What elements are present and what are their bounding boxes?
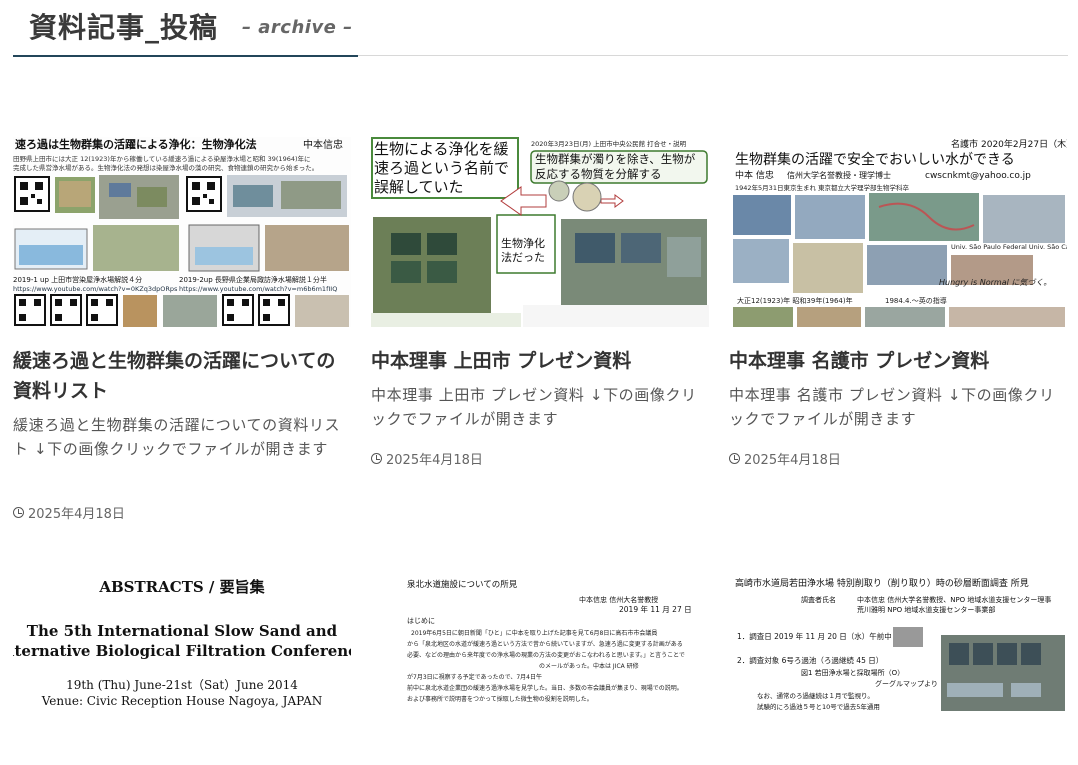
post-thumbnail[interactable]: 泉北水道施設についての所見 中本信忠 信州大名誉教授 2019 年 11 月 2…: [371, 575, 709, 765]
svg-text:田野県上田市には大正 12(1923)年から稼働している緩速: 田野県上田市には大正 12(1923)年から稼働している緩速ろ過による染屋浄水場…: [13, 154, 311, 163]
svg-text:https://www.youtube.com/watch?: https://www.youtube.com/watch?v=0KZq3dpO…: [13, 285, 178, 293]
svg-text:Venue: Civic Reception House N: Venue: Civic Reception House Nagoya, JAP…: [41, 694, 323, 708]
svg-text:https://www.youtube.com/watch?: https://www.youtube.com/watch?v=m6b6m1fI…: [179, 285, 337, 293]
post-thumbnail[interactable]: 高崎市水道局若田浄水場 特別削取り（削り取り）時の砂層断面調査 所見 調査者氏名…: [729, 575, 1067, 765]
post-title[interactable]: 中本理事 上田市 プレゼン資料: [371, 346, 709, 376]
svg-text:ABSTRACTS / 要旨集: ABSTRACTS / 要旨集: [98, 578, 265, 596]
clock-icon: [13, 507, 24, 518]
svg-text:なお、通常のろ過継続は１月で監視り。: なお、通常のろ過継続は１月で監視り。: [757, 691, 874, 700]
svg-text:cwscnkmt@yahoo.co.jp: cwscnkmt@yahoo.co.jp: [925, 171, 1031, 181]
svg-text:が7月3日に視察する予定であったので、7月4日午: が7月3日に視察する予定であったので、7月4日午: [407, 673, 542, 681]
post-date-text: 2025年4月18日: [386, 453, 483, 468]
svg-text:図1 若田浄水場と採取場所（O）: 図1 若田浄水場と採取場所（O）: [801, 668, 904, 677]
svg-text:19th (Thu) June-21st（Sat）June: 19th (Thu) June-21st（Sat）June 2014: [66, 678, 298, 692]
svg-text:Univ. São Paulo Federal Univ.: Univ. São Paulo Federal Univ. São Carlos: [951, 243, 1067, 251]
svg-text:1．調査日 2019 年 11 月 20 日（水）午前: 1．調査日 2019 年 11 月 20 日（水）午前中: [737, 631, 892, 641]
svg-text:The 5th International Slow San: The 5th International Slow Sand and: [27, 622, 338, 640]
svg-text:Hungry is Normal に気づく。: Hungry is Normal に気づく。: [939, 278, 1051, 287]
svg-text:2019 年 11 月 27 日: 2019 年 11 月 27 日: [619, 604, 692, 614]
post-thumbnail[interactable]: 名護市 2020年2月27日（木） 生物群集の活躍で安全でおいしい水ができる 中…: [729, 137, 1067, 327]
svg-text:Alternative Biological Filtrat: Alternative Biological Filtration Confer…: [13, 642, 351, 660]
svg-text:1984.4.〜英の指導: 1984.4.〜英の指導: [885, 296, 947, 305]
post-date-text: 2025年4月18日: [744, 453, 841, 468]
clock-icon: [371, 453, 382, 464]
svg-text:2．調査対象 6号ろ過池（ろ過継続 45 日）: 2．調査対象 6号ろ過池（ろ過継続 45 日）: [737, 655, 883, 665]
svg-text:荒川雅明 NPO 地域水道支援センター事業部: 荒川雅明 NPO 地域水道支援センター事業部: [857, 605, 995, 614]
page-title: 資料記事_投稿: [29, 11, 219, 44]
svg-text:信州大学名誉教授・理学博士: 信州大学名誉教授・理学博士: [787, 170, 891, 180]
svg-text:2019年6月5日に朝日新聞「ひと」に中本を取り上げた記事を: 2019年6月5日に朝日新聞「ひと」に中本を取り上げた記事を見て6月8日に高石市…: [411, 629, 657, 637]
svg-text:必要、などの理由から来年度での浄水場の現業の方法の変更がおこ: 必要、などの理由から来年度での浄水場の現業の方法の変更がおこなわれると思います。…: [407, 651, 685, 659]
post-excerpt: 中本理事 名護市 プレゼン資料 ↓下の画像クリックでファイルが開きます: [729, 386, 1055, 428]
post-thumbnail[interactable]: ABSTRACTS / 要旨集 The 5th International Sl…: [13, 575, 351, 765]
post-excerpt: 緩速ろ過と生物群集の活躍についての資料リスト ↓下の画像クリックでファイルが開き…: [13, 416, 341, 458]
svg-text:から「泉北地区の水道が緩速ろ過という方法で昔から続いています: から「泉北地区の水道が緩速ろ過という方法で昔から続いていますが、急速ろ過に変更す…: [407, 640, 683, 648]
post-date: 2025年4月18日: [13, 503, 125, 522]
post-thumbnail[interactable]: 速ろ過は生物群集の活躍による浄化：生物浄化法 中本信忠 田野県上田市には大正 1…: [13, 137, 351, 327]
post-date-text: 2025年4月18日: [28, 507, 125, 522]
svg-text:2020年2月27日（木）: 2020年2月27日（木）: [981, 138, 1067, 150]
svg-text:高崎市水道局若田浄水場 特別削取り（削り取り）時の砂層断面: 高崎市水道局若田浄水場 特別削取り（削り取り）時の砂層断面調査 所見: [735, 577, 1029, 589]
post-date: 2025年4月18日: [729, 449, 841, 468]
post-thumbnail[interactable]: 生物による浄化を緩速ろ過という名前で誤解していた 2020年3月23日(月) 上…: [371, 137, 709, 327]
svg-text:泉北水道施設についての所見: 泉北水道施設についての所見: [407, 579, 518, 590]
svg-text:2020年3月23日(月) 上田市中央公民館 打合せ・説明: 2020年3月23日(月) 上田市中央公民館 打合せ・説明: [531, 139, 687, 148]
page-subtitle: – archive –: [242, 17, 353, 38]
svg-text:2019-1 up 上田市営染屋浄水場解説４分: 2019-1 up 上田市営染屋浄水場解説４分: [13, 275, 142, 284]
svg-text:前中に泉北水道企業団の緩速ろ過浄水場を見学した。当日、多数の: 前中に泉北水道企業団の緩速ろ過浄水場を見学した。当日、多数の市会議員が集まり、現…: [407, 684, 683, 692]
svg-text:試験的にろ過池５号と10号で過去5年通用: 試験的にろ過池５号と10号で過去5年通用: [757, 702, 880, 711]
post-date: 2025年4月18日: [371, 449, 483, 468]
svg-text:のメールがあった。中本は JICA 研修: のメールがあった。中本は JICA 研修: [539, 662, 639, 670]
svg-text:中本信忠 信州大学名誉教授、NPO 地域水道支援センター理: 中本信忠 信州大学名誉教授、NPO 地域水道支援センター理事: [857, 595, 1051, 604]
archive-header: 資料記事_投稿 – archive –: [13, 0, 1068, 57]
svg-text:調査者氏名: 調査者氏名: [801, 595, 836, 604]
thumb-heading: 速ろ過は生物群集の活躍による浄化：生物浄化法: [15, 137, 257, 151]
svg-text:名護市: 名護市: [951, 138, 978, 150]
clock-icon: [729, 453, 740, 464]
svg-text:中本 信忠: 中本 信忠: [735, 169, 774, 181]
header-accent-underline: [13, 55, 358, 57]
svg-text:はじめに: はじめに: [407, 617, 435, 625]
svg-text:中本信忠 信州大名誉教授: 中本信忠 信州大名誉教授: [579, 595, 658, 604]
svg-text:完成した県営浄水場がある。生物浄化法の発想は染屋浄水場の藻の: 完成した県営浄水場がある。生物浄化法の発想は染屋浄水場の藻の研究、食物連鎖の研究…: [13, 163, 318, 172]
post-excerpt: 中本理事 上田市 プレゼン資料 ↓下の画像クリックでファイルが開きます: [371, 386, 697, 428]
svg-text:および事務所で説明書をつかって採取した微生物の役割を説明した: および事務所で説明書をつかって採取した微生物の役割を説明した。: [407, 695, 593, 703]
svg-text:生物群集の活躍で安全でおいしい水ができる: 生物群集の活躍で安全でおいしい水ができる: [735, 151, 1015, 168]
svg-text:大正12(1923)年 昭和39年(1964)年: 大正12(1923)年 昭和39年(1964)年: [737, 296, 853, 305]
svg-text:中本信忠: 中本信忠: [303, 138, 343, 151]
svg-text:1942年5月31日東京生まれ 東京都立大学理学部生物学科: 1942年5月31日東京生まれ 東京都立大学理学部生物学科卒: [735, 183, 910, 192]
svg-text:グーグルマップより: グーグルマップより: [875, 679, 938, 688]
post-title[interactable]: 中本理事 名護市 プレゼン資料: [729, 346, 1067, 376]
svg-text:2019-2up 長野県企業局諏訪浄水場解説１分半: 2019-2up 長野県企業局諏訪浄水場解説１分半: [179, 275, 327, 284]
post-title[interactable]: 緩速ろ過と生物群集の活躍についての資料リスト: [13, 346, 351, 406]
